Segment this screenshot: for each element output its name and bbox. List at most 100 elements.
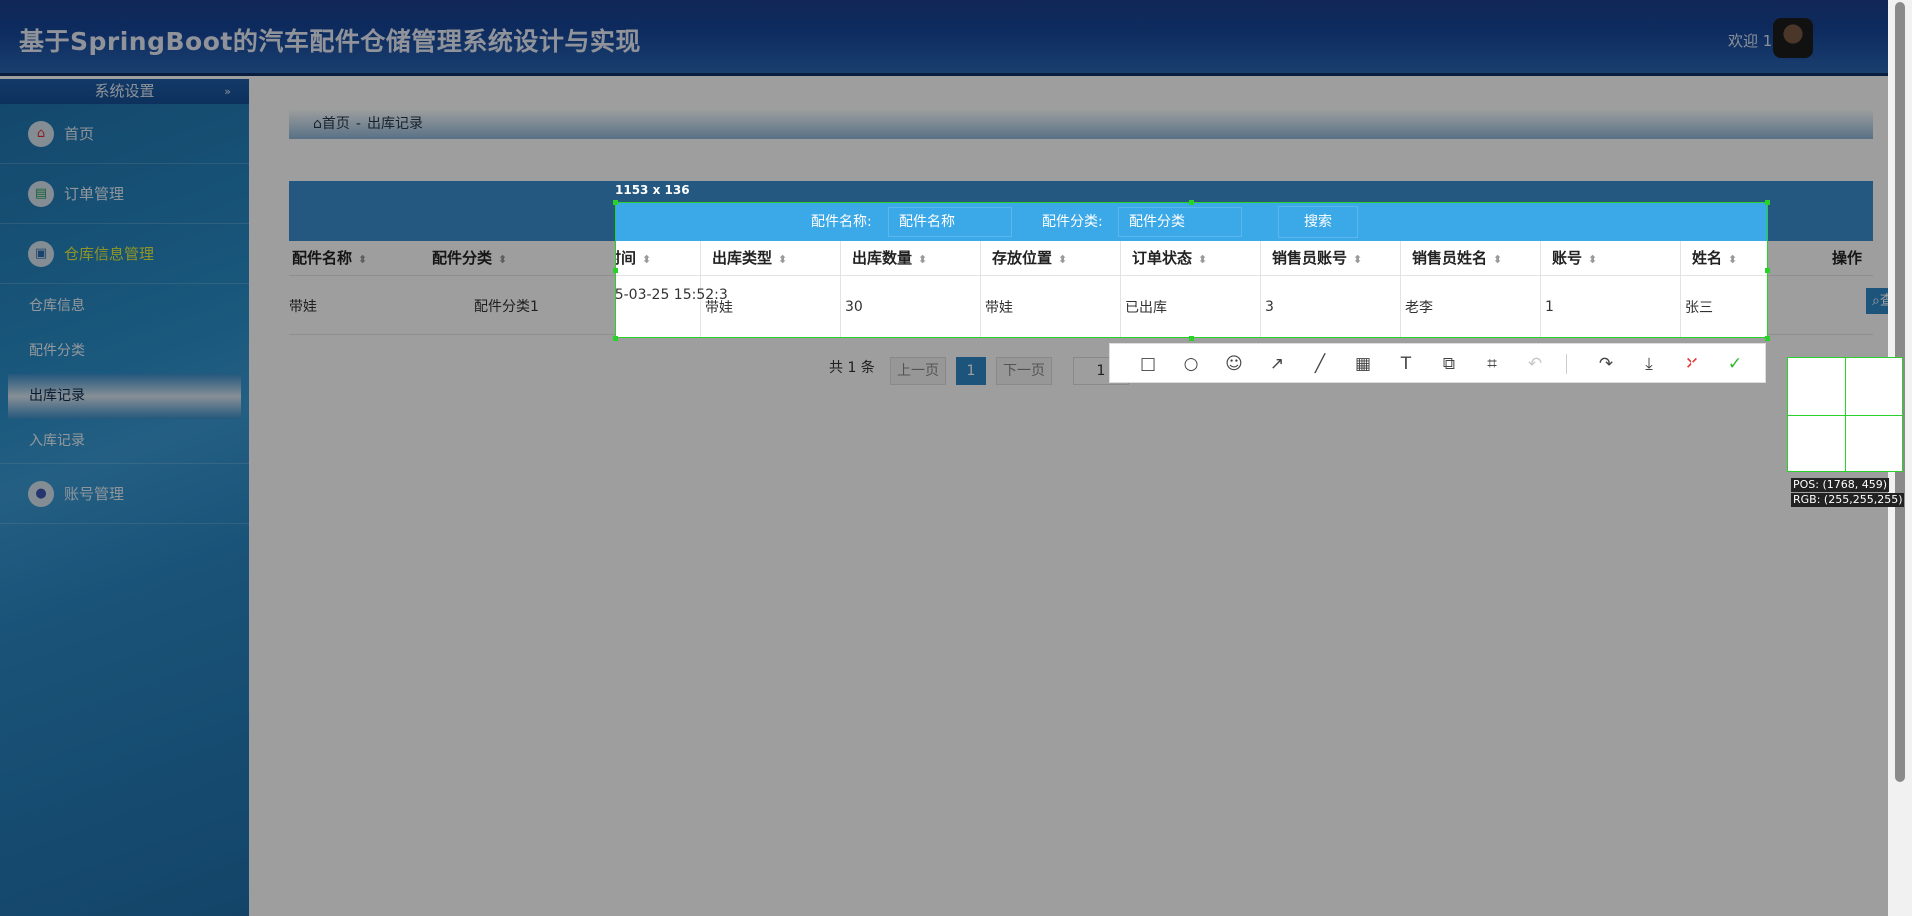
breadcrumb-current: 出库记录 xyxy=(366,116,423,132)
sort-icon[interactable]: ⬍ xyxy=(1493,253,1502,266)
rgb-readout: RGB: (255,255,255) xyxy=(1791,493,1905,507)
order-icon: ▤ xyxy=(28,180,54,207)
pos-readout: POS: (1768, 459) xyxy=(1791,478,1890,492)
sticker-icon[interactable]: ⧉ xyxy=(1437,352,1461,376)
sort-icon[interactable]: ⬍ xyxy=(1058,253,1067,266)
part-name-label: 配件名称: xyxy=(811,214,872,230)
collapse-icon[interactable]: » xyxy=(224,79,231,104)
table-divider xyxy=(1120,241,1121,337)
sidebar-item-label: 首页 xyxy=(64,125,95,143)
resize-handle[interactable] xyxy=(1765,336,1770,341)
cell-name: 张三 xyxy=(1685,300,1713,316)
table-divider xyxy=(840,241,841,337)
col-header-part-name[interactable]: 配件名称 ⬍ xyxy=(292,241,367,275)
capture-toolbar: □ ○ ☺ ↗ ╱ ▦ T ⧉ ⌗ ↶ ↷ ⤓ ✕ ✓ xyxy=(1109,343,1766,383)
breadcrumb: ⌂首页 - 出库记录 xyxy=(289,109,1873,139)
emoji-icon[interactable]: ☺ xyxy=(1222,352,1246,376)
app-title: 基于SpringBoot的汽车配件仓储管理系统设计与实现 xyxy=(19,27,641,56)
capture-selection[interactable]: 配件名称: 配件名称 配件分类: 配件分类 搜索 出库时间⬍ 出库类型⬍ 出库数… xyxy=(615,202,1768,338)
ocr-icon[interactable]: ⌗ xyxy=(1480,352,1504,376)
resize-handle[interactable] xyxy=(1189,200,1194,205)
col-header-outbound-type[interactable]: 出库类型 ⬍ xyxy=(712,241,787,275)
line-icon[interactable]: ╱ xyxy=(1308,352,1332,376)
account-icon: ● xyxy=(28,480,54,507)
undo-icon[interactable]: ↶ xyxy=(1523,352,1547,376)
sidebar: 系统设置 » ⌂ 首页 ▤ 订单管理 ▣ 仓库信息管理 仓库信息 配件分类 出库… xyxy=(0,79,249,916)
col-header-seller-name[interactable]: 销售员姓名 ⬍ xyxy=(1412,241,1502,275)
magnifier xyxy=(1787,357,1903,472)
sidebar-item-orders[interactable]: ▤ 订单管理 xyxy=(0,164,249,224)
col-header-storage-location[interactable]: 存放位置 ⬍ xyxy=(992,241,1067,275)
table-divider xyxy=(1260,241,1261,337)
pager-prev-button[interactable]: 上一页 xyxy=(890,357,946,385)
cell-storage-location: 带娃 xyxy=(985,300,1013,316)
arrow-icon[interactable]: ↗ xyxy=(1265,352,1289,376)
resize-handle[interactable] xyxy=(1765,200,1770,205)
sort-icon[interactable]: ⬍ xyxy=(1198,253,1207,266)
sidebar-item-label: 订单管理 xyxy=(64,185,125,203)
col-header-category[interactable]: 配件分类 ⬍ xyxy=(432,241,507,275)
welcome-text: 欢迎 1 xyxy=(1728,32,1773,50)
sidebar-sub-warehouse-info[interactable]: 仓库信息 xyxy=(0,284,249,329)
table-divider xyxy=(980,241,981,337)
resize-handle[interactable] xyxy=(613,200,618,205)
sort-icon[interactable]: ⬍ xyxy=(1353,253,1362,266)
cell-outbound-type: 带娃 xyxy=(705,300,733,316)
sort-icon[interactable]: ⬍ xyxy=(1588,253,1597,266)
col-header-order-status[interactable]: 订单状态 ⬍ xyxy=(1132,241,1207,275)
sidebar-item-label: 账号管理 xyxy=(64,485,125,503)
sort-icon[interactable]: ⬍ xyxy=(918,253,927,266)
sidebar-item-warehouse[interactable]: ▣ 仓库信息管理 xyxy=(0,224,249,284)
pager-current-page[interactable]: 1 xyxy=(956,357,986,385)
col-header-outbound-time[interactable]: 出库时间⬍ xyxy=(616,241,651,275)
resize-handle[interactable] xyxy=(613,268,618,273)
resize-handle[interactable] xyxy=(1765,268,1770,273)
sidebar-sub-part-category[interactable]: 配件分类 xyxy=(0,329,249,374)
search-button[interactable]: 搜索 xyxy=(1278,206,1358,238)
col-header-actions: 操作⬍ xyxy=(1832,241,1873,300)
download-icon[interactable]: ⤓ xyxy=(1637,352,1661,376)
sort-icon[interactable]: ⬍ xyxy=(1728,253,1737,266)
sidebar-section-header[interactable]: 系统设置 » xyxy=(0,79,249,104)
mosaic-icon[interactable]: ▦ xyxy=(1351,352,1375,376)
sort-icon[interactable]: ⬍ xyxy=(642,253,651,266)
toolbar-separator xyxy=(1566,354,1567,374)
app-header: 基于SpringBoot的汽车配件仓储管理系统设计与实现 欢迎 1 xyxy=(0,0,1888,76)
home-icon: ⌂ xyxy=(313,116,322,132)
part-name-input[interactable]: 配件名称 xyxy=(888,207,1012,237)
sidebar-sub-inbound[interactable]: 入库记录 xyxy=(0,419,249,464)
cell-part-name: 带娃 xyxy=(289,299,317,315)
cell-seller-name: 老李 xyxy=(1405,300,1433,316)
sort-icon[interactable]: ⬍ xyxy=(778,253,787,266)
sidebar-sub-outbound[interactable]: 出库记录 xyxy=(8,374,241,419)
table-divider xyxy=(1540,241,1541,337)
part-category-input[interactable]: 配件分类 xyxy=(1118,207,1242,237)
avatar[interactable] xyxy=(1773,18,1813,58)
breadcrumb-home[interactable]: 首页 xyxy=(322,116,350,132)
breadcrumb-separator: - xyxy=(355,116,361,132)
col-header-outbound-qty[interactable]: 出库数量 ⬍ xyxy=(852,241,927,275)
sidebar-item-label: 仓库信息管理 xyxy=(64,245,155,263)
cell-seller-account: 3 xyxy=(1265,299,1274,315)
confirm-icon[interactable]: ✓ xyxy=(1723,352,1747,376)
cell-category: 配件分类1 xyxy=(474,299,539,315)
part-category-label: 配件分类: xyxy=(1042,214,1103,230)
rectangle-icon[interactable]: □ xyxy=(1136,352,1160,376)
search-icon: ⌕ xyxy=(1872,293,1880,309)
table-divider xyxy=(1400,241,1401,337)
text-icon[interactable]: T xyxy=(1394,352,1418,376)
sidebar-item-account[interactable]: ● 账号管理 xyxy=(0,464,249,524)
share-icon[interactable]: ↷ xyxy=(1594,352,1618,376)
sidebar-item-home[interactable]: ⌂ 首页 xyxy=(0,104,249,164)
col-header-name[interactable]: 姓名 ⬍ xyxy=(1692,241,1737,275)
sort-icon[interactable]: ⬍ xyxy=(358,253,367,266)
resize-handle[interactable] xyxy=(613,336,618,341)
pager-next-button[interactable]: 下一页 xyxy=(996,357,1052,385)
sort-icon[interactable]: ⬍ xyxy=(498,253,507,266)
resize-handle[interactable] xyxy=(1189,336,1194,341)
sidebar-section-title: 系统设置 xyxy=(94,82,155,100)
col-header-seller-account[interactable]: 销售员账号 ⬍ xyxy=(1272,241,1362,275)
col-header-account[interactable]: 账号 ⬍ xyxy=(1552,241,1597,275)
ellipse-icon[interactable]: ○ xyxy=(1179,352,1203,376)
home-icon: ⌂ xyxy=(28,120,54,147)
